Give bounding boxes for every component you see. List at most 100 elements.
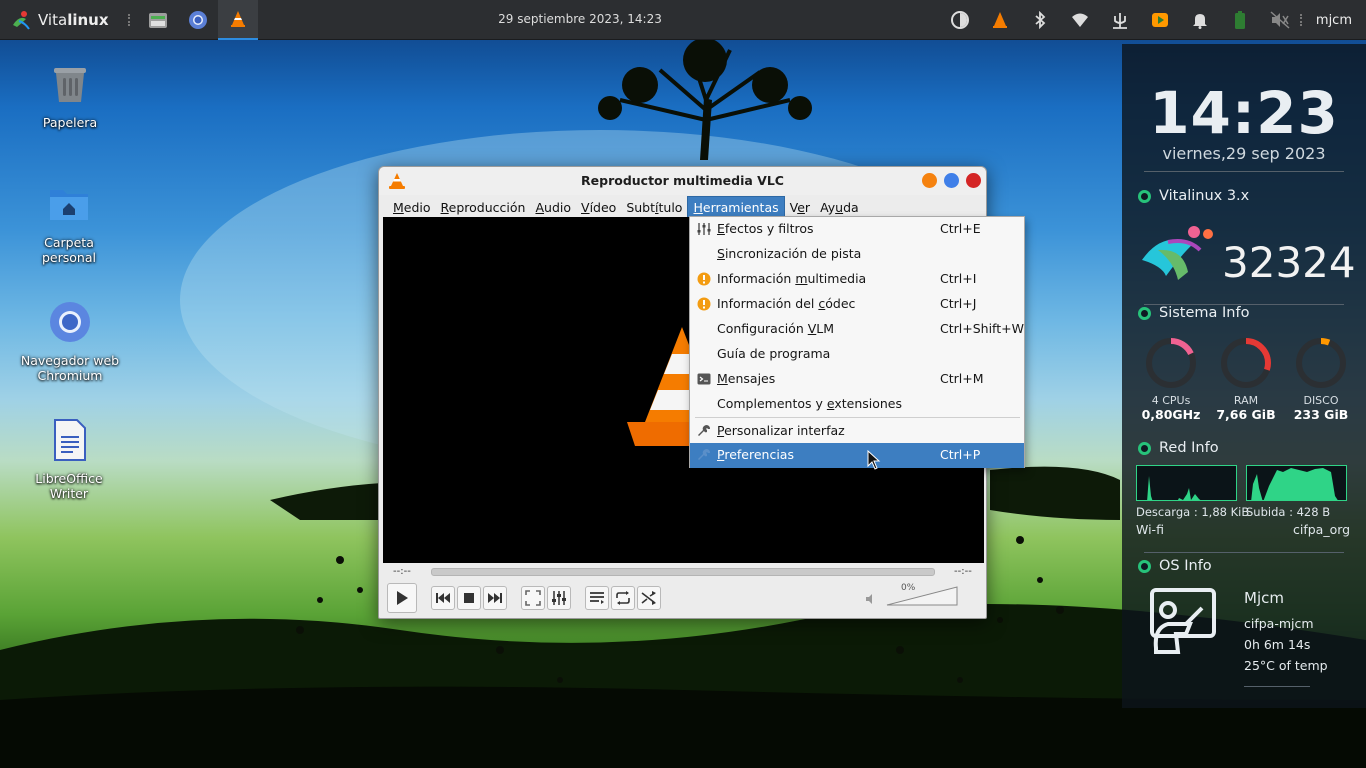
os-uptime: 0h 6m 14s bbox=[1244, 637, 1311, 652]
tray-notifications[interactable] bbox=[1180, 0, 1220, 40]
os-user: Mjcm bbox=[1244, 589, 1284, 607]
disk-ring-icon bbox=[1296, 338, 1346, 388]
wifi-icon bbox=[1071, 13, 1088, 27]
loop-icon bbox=[616, 591, 630, 605]
menu-reproduccion[interactable]: Reproducción bbox=[436, 197, 531, 218]
section-title: Vitalinux 3.x bbox=[1159, 188, 1250, 204]
upload-graph bbox=[1246, 465, 1347, 501]
menu-item-shortcut: Ctrl+M bbox=[940, 371, 984, 386]
tray-network-tool[interactable] bbox=[1100, 0, 1140, 40]
skip-forward-icon bbox=[488, 593, 502, 603]
tray-bluetooth[interactable] bbox=[1020, 0, 1060, 40]
menu-item-informacion-multimedia[interactable]: Información multimedia Ctrl+I bbox=[690, 267, 1024, 292]
cpu-ring-icon bbox=[1146, 338, 1196, 388]
skip-back-icon bbox=[436, 593, 450, 603]
next-button[interactable] bbox=[483, 586, 507, 610]
volume-speaker-icon[interactable] bbox=[865, 593, 877, 605]
loop-button[interactable] bbox=[611, 586, 635, 610]
system-monitor-widget: 14:23 viernes,29 sep 2023 Vitalinux 3.x … bbox=[1122, 44, 1366, 708]
menu-video[interactable]: Vídeo bbox=[576, 197, 621, 218]
ram-ring-icon bbox=[1221, 338, 1271, 388]
section-title: Red Info bbox=[1159, 440, 1219, 456]
wifi-ssid: cifpa_org bbox=[1293, 522, 1351, 537]
desktop-trash[interactable]: Papelera bbox=[20, 62, 120, 130]
menu-item-label: Preferencias bbox=[717, 447, 794, 462]
time-elapsed: --:-- bbox=[393, 566, 411, 577]
shuffle-icon bbox=[641, 591, 656, 605]
playback-controls: 0% bbox=[385, 581, 982, 615]
trash-icon bbox=[54, 68, 86, 102]
section-title: Sistema Info bbox=[1159, 305, 1250, 321]
menu-audio[interactable]: Audio bbox=[530, 197, 576, 218]
menu-ayuda[interactable]: Ayuda bbox=[815, 197, 864, 218]
menu-separator bbox=[695, 417, 1020, 418]
close-button[interactable] bbox=[966, 173, 981, 188]
fullscreen-button[interactable] bbox=[521, 586, 545, 610]
menu-subtitulo[interactable]: Subtítulo bbox=[621, 197, 687, 218]
menu-item-configuracion-vlm[interactable]: Configuración VLM Ctrl+Shift+W bbox=[690, 317, 1024, 342]
user-menu[interactable]: mjcm bbox=[1310, 13, 1366, 28]
menu-item-label: Información del códec bbox=[717, 296, 856, 311]
widget-clock: 14:23 bbox=[1149, 79, 1339, 147]
bluetooth-icon bbox=[1035, 11, 1046, 29]
info-icon bbox=[697, 297, 711, 311]
theme-toggle-icon bbox=[950, 11, 969, 29]
media-app-icon bbox=[1151, 13, 1168, 27]
system-tray: mjcm bbox=[940, 0, 1366, 40]
play-button[interactable] bbox=[387, 583, 417, 613]
menu-item-sincronizacion-pista[interactable]: Sincronización de pista bbox=[690, 242, 1024, 267]
vlc-titlebar[interactable]: Reproductor multimedia VLC bbox=[379, 167, 986, 195]
shuffle-button[interactable] bbox=[637, 586, 661, 610]
extended-settings-button[interactable] bbox=[547, 586, 571, 610]
menu-item-informacion-codec[interactable]: Información del códec Ctrl+J bbox=[690, 292, 1024, 317]
desktop-libreoffice-writer[interactable]: LibreOffice Writer bbox=[19, 418, 119, 501]
vitalinux-section-header: Vitalinux 3.x bbox=[1138, 188, 1249, 204]
os-hostname: cifpa-mjcm bbox=[1244, 616, 1314, 631]
wrench-icon bbox=[698, 449, 710, 460]
equalizer-icon bbox=[552, 591, 566, 605]
menu-item-label: Sincronización de pista bbox=[717, 246, 862, 261]
section-bullet-icon bbox=[1138, 441, 1151, 455]
desktop-icon-label: LibreOffice Writer bbox=[35, 471, 103, 501]
tray-volume[interactable] bbox=[1260, 0, 1300, 40]
terminal-icon bbox=[697, 373, 711, 385]
play-icon bbox=[397, 591, 408, 605]
desktop-home-folder[interactable]: Carpeta personal bbox=[19, 182, 119, 265]
section-bullet-icon bbox=[1138, 559, 1151, 573]
menu-item-complementos-extensiones[interactable]: Complementos y extensiones bbox=[690, 392, 1024, 417]
tray-battery[interactable] bbox=[1220, 0, 1260, 40]
seek-slider[interactable] bbox=[431, 568, 935, 576]
menu-item-guia-programa[interactable]: Guía de programa bbox=[690, 342, 1024, 367]
tray-app[interactable] bbox=[1140, 0, 1180, 40]
desktop-chromium[interactable]: Navegador web Chromium bbox=[20, 300, 120, 383]
wrench-icon bbox=[698, 425, 710, 436]
playlist-button[interactable] bbox=[585, 586, 609, 610]
mouse-cursor-icon bbox=[867, 450, 881, 470]
menu-item-shortcut: Ctrl+J bbox=[940, 296, 977, 311]
volume-slider[interactable]: 0% bbox=[885, 583, 961, 609]
menu-ver[interactable]: Ver bbox=[785, 197, 815, 218]
maximize-button[interactable] bbox=[944, 173, 959, 188]
menu-item-preferencias[interactable]: Preferencias Ctrl+P bbox=[690, 443, 1024, 468]
menu-item-personalizar-interfaz[interactable]: Personalizar interfaz bbox=[690, 419, 1024, 444]
volume-muted-icon bbox=[1270, 11, 1290, 29]
chromium-icon bbox=[50, 302, 90, 342]
menu-item-label: Personalizar interfaz bbox=[717, 423, 845, 438]
previous-button[interactable] bbox=[431, 586, 455, 610]
upload-rate: Subida : 428 B bbox=[1246, 505, 1331, 519]
vlc-cone-icon bbox=[992, 12, 1007, 28]
gauge-row: 4 CPUs 0,80GHz RAM 7,66 GiB DISCO 233 Gi… bbox=[1136, 336, 1356, 422]
stop-button[interactable] bbox=[457, 586, 481, 610]
minimize-button[interactable] bbox=[922, 173, 937, 188]
menu-medio[interactable]: Medio bbox=[388, 197, 436, 218]
vitalinux-runner-logo-icon bbox=[1142, 226, 1213, 280]
tray-vlc[interactable] bbox=[980, 0, 1020, 40]
tray-theme[interactable] bbox=[940, 0, 980, 40]
wifi-label: Wi-fi bbox=[1136, 522, 1164, 537]
tray-wifi[interactable] bbox=[1060, 0, 1100, 40]
menu-item-shortcut: Ctrl+P bbox=[940, 447, 981, 462]
section-title: OS Info bbox=[1159, 558, 1212, 574]
window-title: Reproductor multimedia VLC bbox=[581, 173, 784, 188]
menu-item-efectos-filtros[interactable]: Efectos y filtros Ctrl+E bbox=[690, 217, 1024, 242]
menu-item-mensajes[interactable]: Mensajes Ctrl+M bbox=[690, 367, 1024, 392]
